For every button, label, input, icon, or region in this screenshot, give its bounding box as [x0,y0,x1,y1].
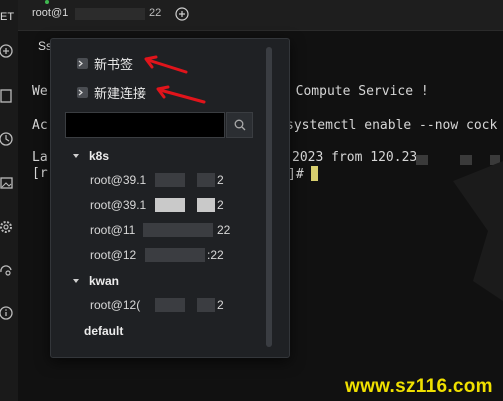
group-label: kwan [89,274,120,288]
terminal-line: La [32,150,48,165]
redacted-host [197,198,215,212]
terminal-line: [r [32,166,48,181]
redacted-host [197,298,215,312]
terminal-line: We [32,84,48,99]
group-label: default [84,324,124,338]
search-row [65,112,253,138]
redacted-host [197,173,215,187]
add-icon[interactable] [0,44,14,58]
connection-item[interactable]: root@39.1 [90,172,146,188]
connection-port: :22 [207,248,224,262]
connection-label: root@39.1 [90,198,147,212]
tab-bar: root@1 22 [18,0,503,31]
scroll-thumb[interactable] [266,47,272,347]
connection-item[interactable]: root@12( [90,297,140,313]
terminal-text: 2023 from 120.23 [292,150,418,165]
session-tab-port[interactable]: 22 [149,7,161,19]
redacted-host [145,248,205,262]
search-input[interactable] [65,112,225,138]
bookmark-icon[interactable] [0,89,14,103]
watermark-shape [453,161,503,301]
search-icon [234,119,245,131]
connection-label: root@12 [90,248,137,262]
group-kwan[interactable]: kwan [73,272,119,290]
annotation-arrow [144,55,188,74]
sync-icon[interactable] [0,263,14,277]
scrollbar[interactable] [266,47,272,347]
connection-port: 2 [217,298,224,312]
new-bookmark-label: 新书签 [94,56,134,72]
connection-port: 2 [217,173,224,187]
connection-port: 22 [217,223,231,237]
terminal-text: systemctl enable --now cock [286,118,498,133]
new-bookmark-item[interactable]: 新书签 [77,53,133,73]
redacted-host [155,173,185,187]
settings-icon[interactable] [0,220,14,234]
connection-label: root@39.1 [90,173,147,187]
redacted-host [155,198,185,212]
left-sidebar: ET [0,0,19,401]
connection-port: 2 [217,198,224,212]
history-icon[interactable] [0,132,14,146]
redacted-host [143,223,213,237]
caret-down-icon [73,154,79,158]
connection-item[interactable]: root@39.1 [90,197,146,213]
terminal-cursor [311,166,319,181]
group-default[interactable]: default [84,322,123,340]
redacted-host [155,298,185,312]
connection-label: root@11 [90,223,136,237]
connection-label: root@12( [90,298,141,312]
session-tab[interactable]: root@1 [32,7,68,19]
watermark-text: www.sz116.com [345,376,493,397]
redacted-block [416,155,428,165]
prompt-text: ]# [288,167,312,182]
redacted-host [75,8,145,20]
connection-item[interactable]: root@12 [90,247,136,263]
caret-down-icon [73,279,79,283]
group-label: k8s [89,149,110,163]
svg-text:ET: ET [0,11,14,22]
logo-icon: ET [0,8,14,22]
terminal-prompt: ]# [288,166,319,182]
terminal-icon [77,86,88,98]
annotation-arrow [156,85,206,104]
new-connection-item[interactable]: 新建连接 [77,82,146,102]
connection-item[interactable]: root@11 [90,222,135,238]
group-k8s[interactable]: k8s [73,147,109,165]
connection-status-dot [45,0,49,4]
terminal-text: c Compute Service ! [280,84,429,99]
plus-circle-icon[interactable] [175,6,189,21]
image-icon[interactable] [0,176,14,190]
terminal-icon [77,57,88,69]
info-icon[interactable] [0,306,14,320]
new-connection-label: 新建连接 [94,85,147,101]
terminal-line: Ac [32,118,48,133]
search-button[interactable] [226,112,253,138]
